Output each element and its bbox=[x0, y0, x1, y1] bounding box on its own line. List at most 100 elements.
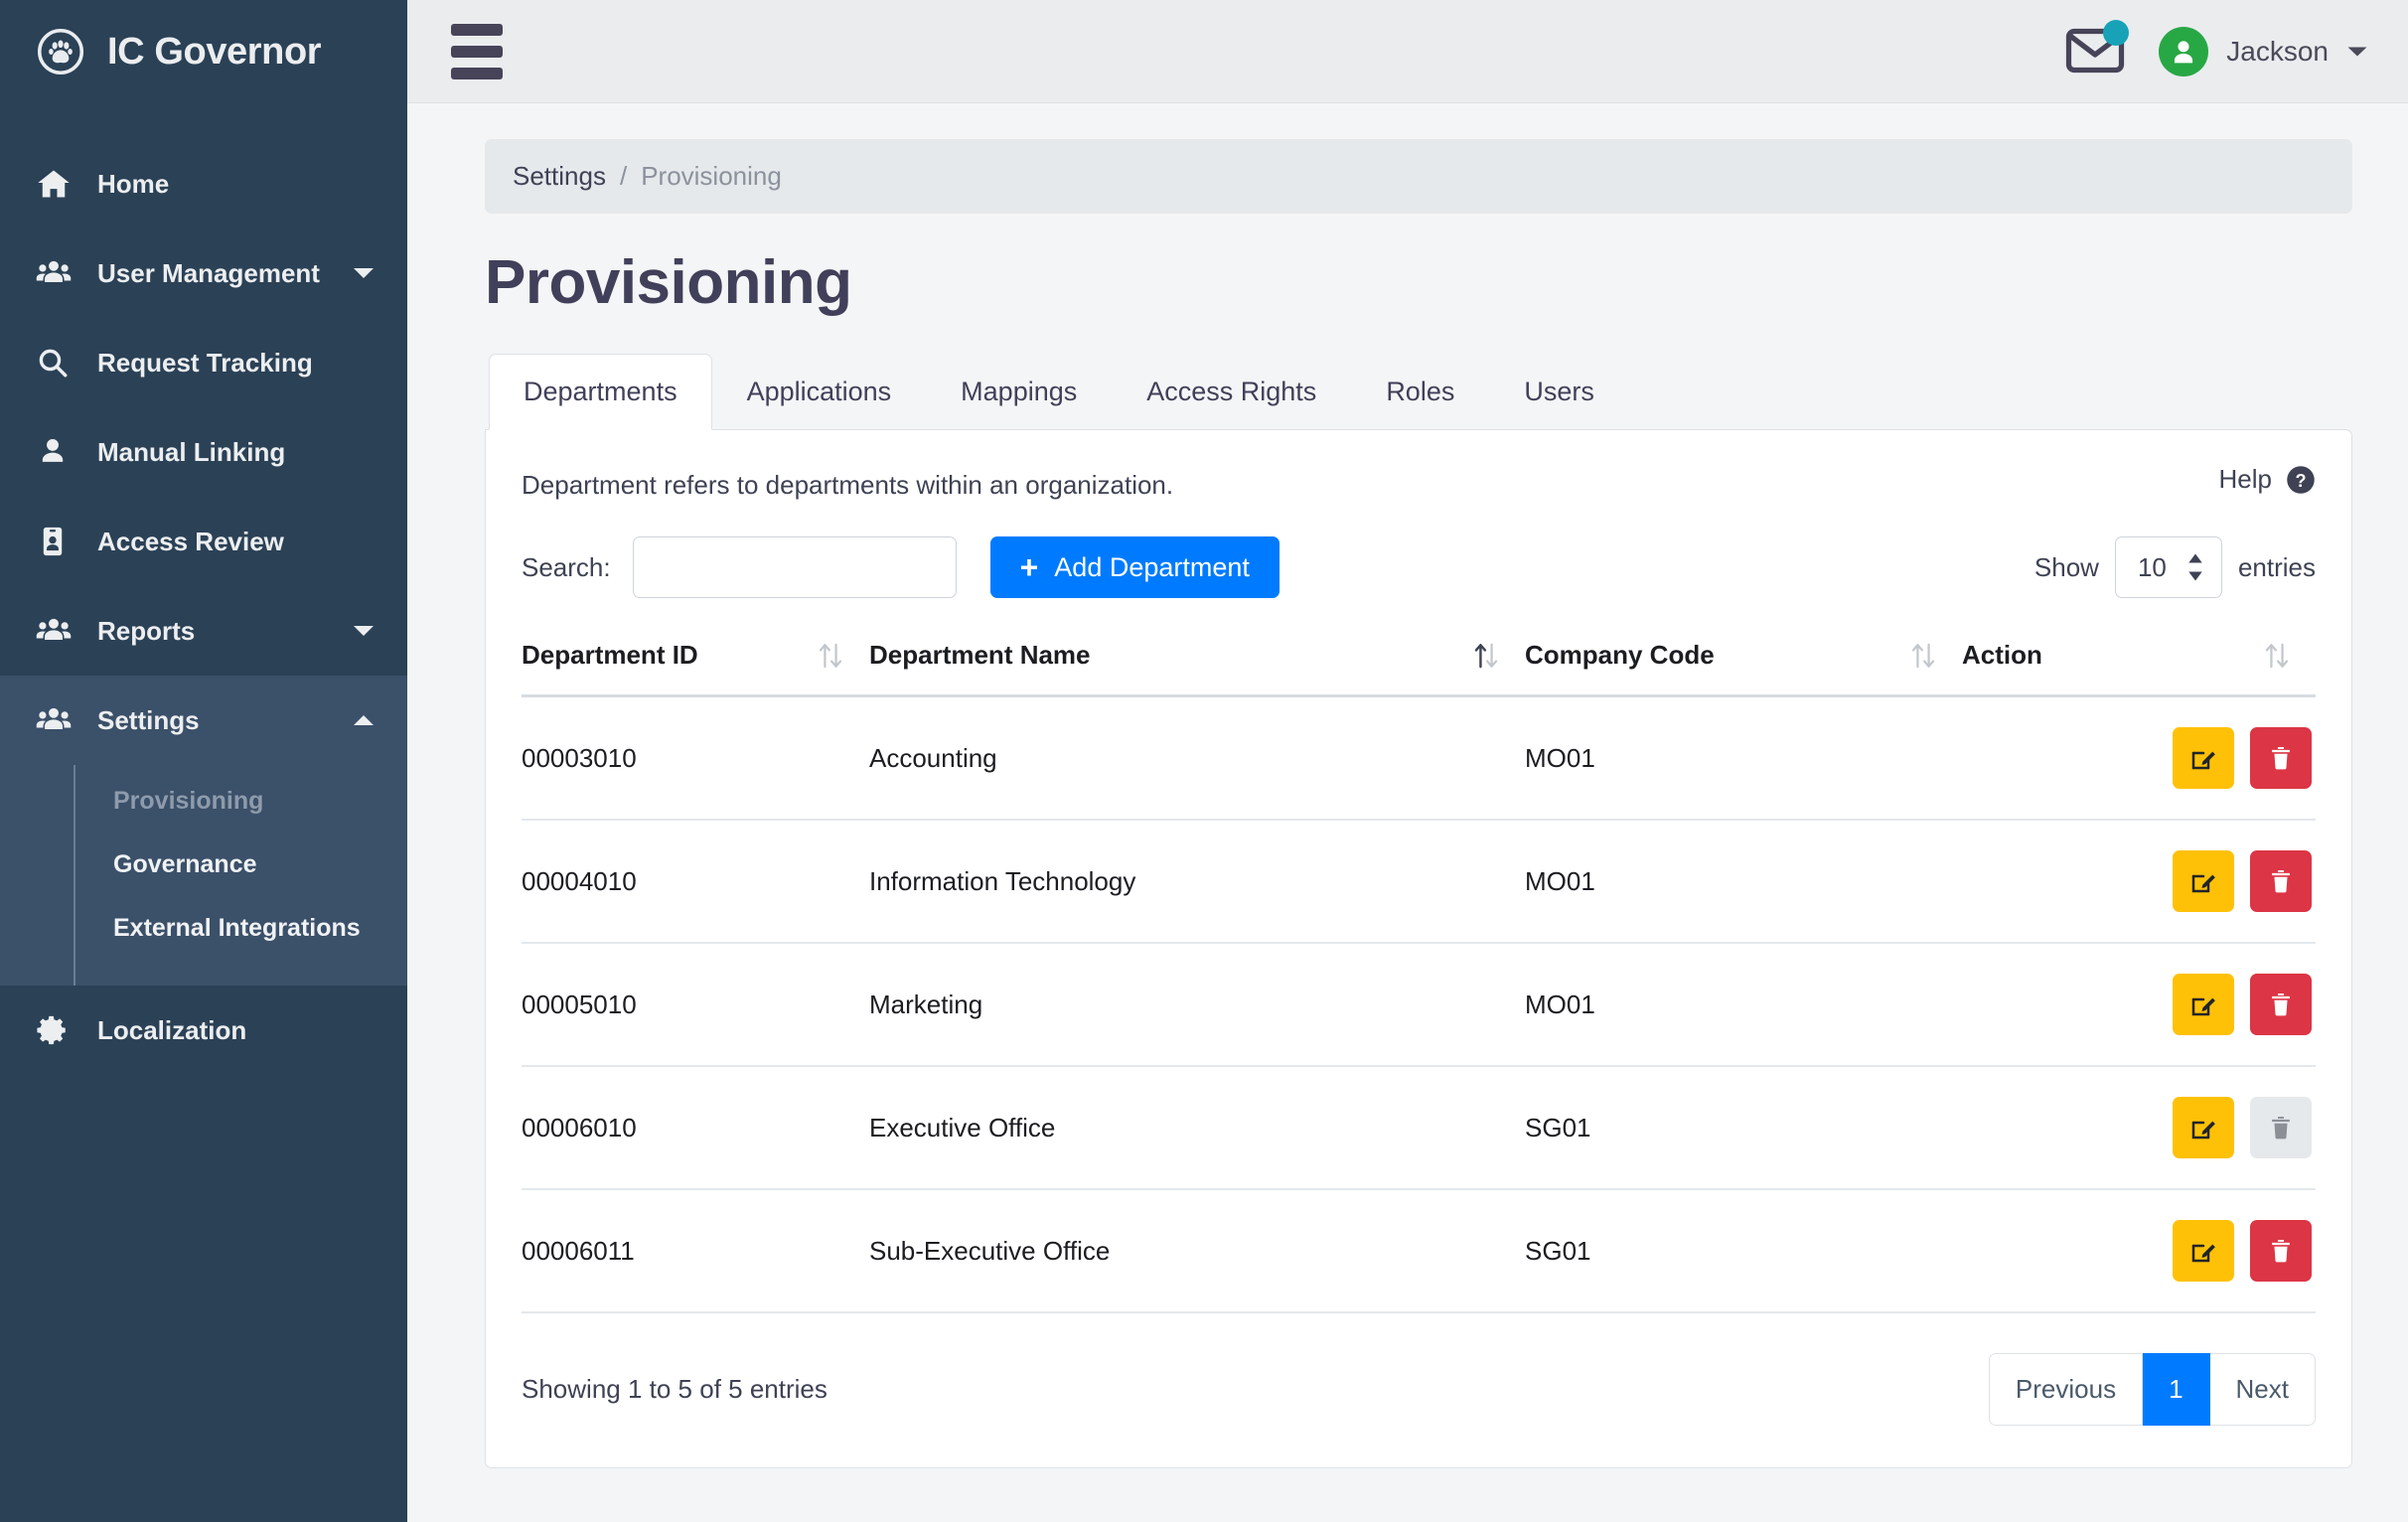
users-icon bbox=[36, 702, 81, 738]
avatar bbox=[2159, 26, 2209, 76]
sidebar-subitem-provisioning[interactable]: Provisioning bbox=[75, 769, 407, 833]
delete-button-disabled bbox=[2250, 1097, 2312, 1158]
cell-department-name: Executive Office bbox=[869, 1066, 1525, 1190]
sidebar-subitem-governance[interactable]: Governance bbox=[75, 833, 407, 896]
search-label: Search: bbox=[522, 551, 611, 582]
tab-applications[interactable]: Applications bbox=[712, 354, 927, 430]
topbar: Jackson bbox=[407, 0, 2408, 103]
cell-action bbox=[1962, 695, 2316, 821]
notification-badge bbox=[2103, 19, 2130, 46]
help-button[interactable]: Help ? bbox=[2219, 464, 2316, 495]
breadcrumb-parent[interactable]: Settings bbox=[513, 161, 606, 192]
table-toolbar: Search: + Add Department Show 10 entries bbox=[522, 536, 2316, 598]
pagination-page-1[interactable]: 1 bbox=[2143, 1353, 2210, 1426]
help-label: Help bbox=[2218, 464, 2272, 494]
breadcrumb-current: Provisioning bbox=[641, 161, 782, 191]
column-header-department-name[interactable]: Department Name bbox=[869, 640, 1525, 697]
edit-button[interactable] bbox=[2173, 1220, 2234, 1282]
edit-button[interactable] bbox=[2173, 974, 2234, 1035]
cell-department-id: 00006011 bbox=[522, 1189, 869, 1313]
column-header-company-code[interactable]: Company Code bbox=[1525, 640, 1962, 697]
sidebar-item-access-review[interactable]: Access Review bbox=[0, 497, 407, 586]
question-circle-icon: ? bbox=[2286, 465, 2316, 495]
entries-select[interactable]: 10 bbox=[2114, 536, 2222, 598]
table-row: 00005010 Marketing MO01 bbox=[522, 943, 2316, 1067]
app-root: IC Governor Home User Management Request… bbox=[0, 0, 2408, 1522]
edit-button[interactable] bbox=[2173, 850, 2234, 912]
column-label: Department Name bbox=[869, 640, 1091, 670]
search-input[interactable] bbox=[632, 536, 957, 598]
cell-company-code: MO01 bbox=[1525, 943, 1962, 1067]
sidebar-item-request-tracking[interactable]: Request Tracking bbox=[0, 318, 407, 407]
sort-icon bbox=[818, 641, 843, 671]
edit-button[interactable] bbox=[2173, 1097, 2234, 1158]
page-title: Provisioning bbox=[485, 248, 852, 317]
sidebar-item-user-management[interactable]: User Management bbox=[0, 228, 407, 318]
column-label: Department ID bbox=[522, 640, 698, 670]
sidebar-subitem-external-integrations[interactable]: External Integrations bbox=[75, 896, 407, 960]
pagination-next[interactable]: Next bbox=[2209, 1353, 2316, 1426]
chevron-down-icon bbox=[352, 261, 376, 285]
cell-department-name: Marketing bbox=[869, 943, 1525, 1067]
search-icon bbox=[36, 346, 81, 380]
chevron-up-icon bbox=[352, 708, 376, 732]
paw-circle-icon bbox=[36, 27, 85, 76]
delete-button[interactable] bbox=[2250, 974, 2312, 1035]
column-header-action[interactable]: Action bbox=[1962, 640, 2316, 697]
show-label: Show bbox=[2033, 551, 2099, 582]
sidebar-item-label: Localization bbox=[97, 1014, 247, 1045]
table-row: 00003010 Accounting MO01 bbox=[522, 695, 2316, 821]
showing-entries-text: Showing 1 to 5 of 5 entries bbox=[522, 1374, 828, 1404]
tab-roles[interactable]: Roles bbox=[1351, 354, 1489, 430]
sidebar-item-manual-linking[interactable]: Manual Linking bbox=[0, 407, 407, 497]
hamburger-icon[interactable] bbox=[451, 23, 503, 79]
sort-icon bbox=[1473, 641, 1499, 671]
user-menu[interactable]: Jackson bbox=[2159, 26, 2368, 76]
envelope-icon[interactable] bbox=[2065, 19, 2130, 77]
departments-panel: Department refers to departments within … bbox=[485, 429, 2352, 1468]
users-icon bbox=[36, 613, 81, 649]
edit-button[interactable] bbox=[2173, 727, 2234, 789]
sidebar-item-home[interactable]: Home bbox=[0, 139, 407, 228]
tab-users[interactable]: Users bbox=[1489, 354, 1629, 430]
cell-company-code: SG01 bbox=[1525, 1066, 1962, 1190]
sort-icon bbox=[2264, 641, 2290, 671]
sidebar-item-localization[interactable]: Localization bbox=[0, 986, 407, 1075]
brand[interactable]: IC Governor bbox=[0, 0, 407, 103]
tab-mappings[interactable]: Mappings bbox=[926, 354, 1112, 430]
cell-department-id: 00006010 bbox=[522, 1066, 869, 1190]
tab-departments[interactable]: Departments bbox=[489, 354, 712, 430]
breadcrumb-separator: / bbox=[619, 161, 628, 191]
cell-company-code: MO01 bbox=[1525, 820, 1962, 944]
sidebar-item-label: Settings bbox=[97, 704, 200, 735]
tab-access-rights[interactable]: Access Rights bbox=[1112, 354, 1351, 430]
delete-button[interactable] bbox=[2250, 1220, 2312, 1282]
cell-department-name: Sub-Executive Office bbox=[869, 1189, 1525, 1313]
user-icon bbox=[36, 435, 81, 469]
tab-bar: Departments Applications Mappings Access… bbox=[485, 354, 2352, 430]
sidebar-item-label: Reports bbox=[97, 615, 196, 646]
plus-icon: + bbox=[1019, 549, 1039, 585]
sidebar-item-reports[interactable]: Reports bbox=[0, 586, 407, 676]
cell-department-id: 00003010 bbox=[522, 695, 869, 821]
sidebar-item-label: Manual Linking bbox=[97, 436, 286, 467]
column-header-department-id[interactable]: Department ID bbox=[522, 640, 869, 697]
pagination: Previous 1 Next bbox=[1988, 1353, 2316, 1426]
delete-button[interactable] bbox=[2250, 850, 2312, 912]
delete-button[interactable] bbox=[2250, 727, 2312, 789]
table-row: 00004010 Information Technology MO01 bbox=[522, 820, 2316, 944]
add-department-button[interactable]: + Add Department bbox=[989, 536, 1279, 598]
panel-header: Department refers to departments within … bbox=[522, 464, 2316, 501]
sidebar-item-label: Home bbox=[97, 168, 170, 199]
sort-icon bbox=[1910, 641, 1936, 671]
sidebar-item-settings[interactable]: Settings bbox=[0, 676, 407, 765]
sidebar: IC Governor Home User Management Request… bbox=[0, 0, 407, 1522]
cell-action bbox=[1962, 820, 2316, 944]
cell-action bbox=[1962, 943, 2316, 1067]
table-row: 00006010 Executive Office SG01 bbox=[522, 1066, 2316, 1190]
pagination-previous[interactable]: Previous bbox=[1988, 1353, 2144, 1426]
panel-description: Department refers to departments within … bbox=[522, 470, 1174, 500]
page-content: Settings / Provisioning Provisioning Dep… bbox=[407, 103, 2408, 1522]
column-label: Action bbox=[1962, 640, 2042, 670]
cell-action bbox=[1962, 1189, 2316, 1313]
